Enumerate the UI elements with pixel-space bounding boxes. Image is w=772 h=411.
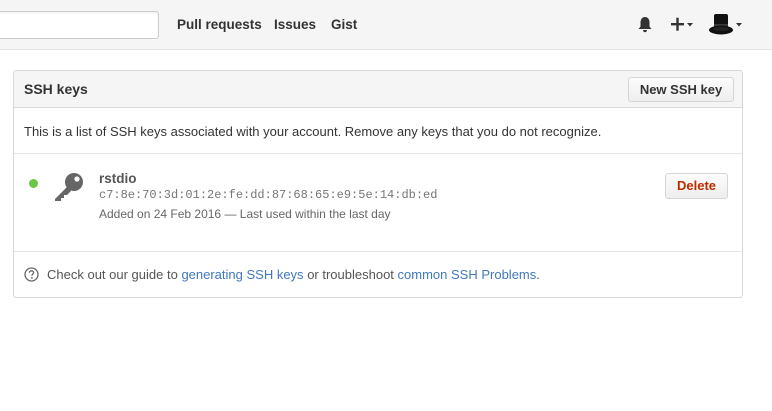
- nav-gist[interactable]: Gist: [331, 17, 357, 32]
- help-prefix: Check out our guide to: [47, 267, 178, 282]
- intro-row: This is a list of SSH keys associated wi…: [14, 108, 742, 154]
- page-title: SSH keys: [24, 81, 88, 97]
- top-header: Pull requests Issues Gist: [0, 0, 772, 50]
- key-title: rstdio: [99, 171, 137, 186]
- new-ssh-key-button[interactable]: New SSH key: [628, 77, 734, 102]
- nav-pull-requests[interactable]: Pull requests: [177, 17, 262, 32]
- key-added-info: Added on 24 Feb 2016 — Last used within …: [99, 207, 391, 221]
- delete-key-button[interactable]: Delete: [665, 173, 728, 199]
- ssh-key-item: rstdio c7:8e:70:3d:01:2e:fe:dd:87:68:65:…: [14, 154, 742, 252]
- help-footer: Check out our guide to generating SSH ke…: [14, 252, 742, 297]
- avatar[interactable]: [707, 12, 745, 38]
- search-input[interactable]: [0, 11, 159, 39]
- key-status-dot: [29, 179, 38, 188]
- panel-header: SSH keys New SSH key: [14, 71, 742, 108]
- help-text: Check out our guide to generating SSH ke…: [47, 267, 540, 282]
- caret-down-icon: [687, 23, 693, 27]
- generating-ssh-keys-link[interactable]: generating SSH keys: [181, 267, 303, 282]
- help-suffix: .: [536, 267, 540, 282]
- help-middle: or troubleshoot: [307, 267, 394, 282]
- ssh-keys-panel: SSH keys New SSH key This is a list of S…: [13, 70, 743, 298]
- common-ssh-problems-link[interactable]: common SSH Problems: [398, 267, 537, 282]
- key-icon: [55, 173, 83, 201]
- bell-icon[interactable]: [637, 16, 653, 33]
- caret-down-icon: [736, 23, 742, 27]
- plus-icon[interactable]: [669, 15, 695, 33]
- question-icon: [24, 267, 39, 282]
- intro-text: This is a list of SSH keys associated wi…: [24, 124, 602, 139]
- key-fingerprint: c7:8e:70:3d:01:2e:fe:dd:87:68:65:e9:5e:1…: [99, 188, 438, 202]
- nav-issues[interactable]: Issues: [274, 17, 316, 32]
